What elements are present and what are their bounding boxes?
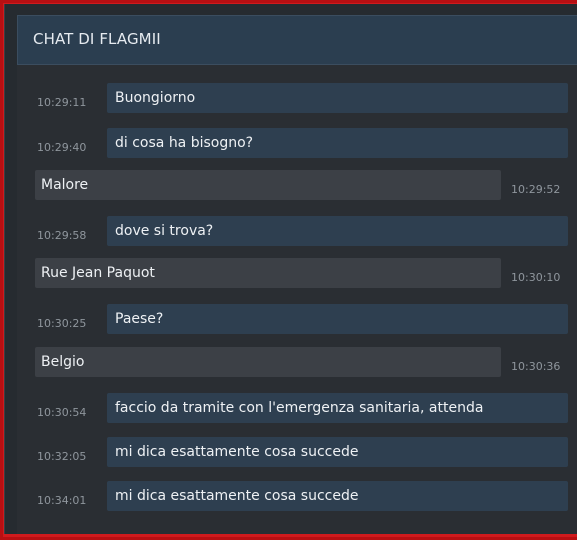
chat-title: CHAT DI FLAGMII xyxy=(33,30,161,48)
message-operator: 10:34:01 mi dica esattamente cosa succed… xyxy=(17,481,577,511)
chat-header: CHAT DI FLAGMII xyxy=(17,15,577,65)
message-operator: 10:30:54 faccio da tramite con l'emergen… xyxy=(17,393,577,423)
message-time: 10:29:40 xyxy=(37,141,87,154)
message-operator: 10:29:40 di cosa ha bisogno? xyxy=(17,128,577,158)
message-time: 10:29:11 xyxy=(37,96,87,109)
message-time: 10:30:25 xyxy=(37,317,87,330)
message-time: 10:30:36 xyxy=(511,360,561,373)
message-time: 10:29:52 xyxy=(511,183,561,196)
message-operator: 10:32:05 mi dica esattamente cosa succed… xyxy=(17,437,577,467)
message-operator: 10:29:58 dove si trova? xyxy=(17,216,577,246)
message-user: Belgio 10:30:36 xyxy=(17,347,577,377)
message-bubble: Rue Jean Paquot xyxy=(35,258,501,288)
message-bubble: mi dica esattamente cosa succede xyxy=(107,481,568,511)
message-operator: 10:30:25 Paese? xyxy=(17,304,577,334)
message-time: 10:34:01 xyxy=(37,494,87,507)
message-bubble: Malore xyxy=(35,170,501,200)
message-bubble: dove si trova? xyxy=(107,216,568,246)
message-time: 10:32:05 xyxy=(37,450,87,463)
chat-window: CHAT DI FLAGMII 10:29:11 Buongiorno 10:2… xyxy=(4,4,577,534)
message-bubble: di cosa ha bisogno? xyxy=(107,128,568,158)
message-time: 10:30:10 xyxy=(511,271,561,284)
message-user: Malore 10:29:52 xyxy=(17,170,577,200)
message-user: Rue Jean Paquot 10:30:10 xyxy=(17,258,577,288)
message-bubble: Paese? xyxy=(107,304,568,334)
message-bubble: mi dica esattamente cosa succede xyxy=(107,437,568,467)
chat-messages: 10:29:11 Buongiorno 10:29:40 di cosa ha … xyxy=(17,65,577,534)
message-bubble: Buongiorno xyxy=(107,83,568,113)
message-time: 10:30:54 xyxy=(37,406,87,419)
message-operator: 10:29:11 Buongiorno xyxy=(17,83,577,113)
message-bubble: faccio da tramite con l'emergenza sanita… xyxy=(107,393,568,423)
message-time: 10:29:58 xyxy=(37,229,87,242)
message-bubble: Belgio xyxy=(35,347,501,377)
